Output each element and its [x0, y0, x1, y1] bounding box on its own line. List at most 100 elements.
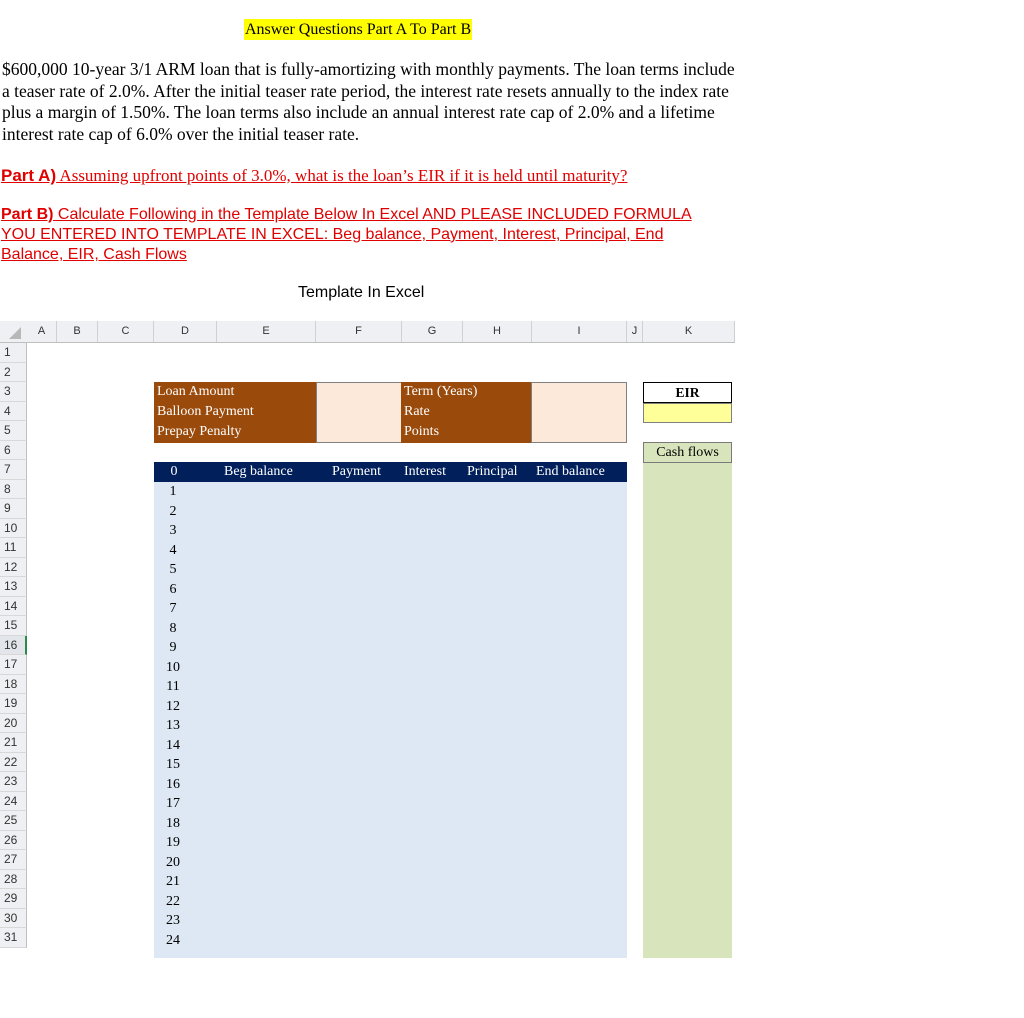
row-header[interactable]: 18 [0, 674, 27, 694]
row-header[interactable]: 9 [0, 499, 27, 519]
column-header[interactable]: G [402, 321, 463, 342]
period-cell: 3 [169, 523, 177, 538]
row-header[interactable]: 11 [0, 538, 27, 558]
row-header[interactable]: 12 [0, 557, 27, 577]
select-all-corner[interactable] [0, 321, 27, 342]
balloon-payment-label: Balloon Payment [157, 404, 254, 419]
period-zero-cell: 0 [170, 464, 178, 479]
row-header[interactable]: 21 [0, 733, 27, 753]
amortization-header: 0 Beg balance Payment Interest Principal… [154, 462, 627, 482]
row-header[interactable]: 16 [0, 635, 27, 655]
period-cell: 18 [166, 815, 180, 831]
row-header[interactable]: 2 [0, 362, 27, 382]
period-cell: 5 [169, 562, 177, 577]
row-header[interactable]: 10 [0, 518, 27, 538]
period-cell: 6 [169, 581, 177, 597]
row-header[interactable]: 14 [0, 596, 27, 616]
period-cell: 4 [169, 542, 177, 558]
spreadsheet: A B C D E F G H I J K 1 2 3 4 5 6 7 8 9 10 11 12 13 1… [0, 321, 735, 958]
part-a-question: Part A) Assuming upfront points of 3.0%,… [1, 165, 627, 186]
column-header[interactable]: J [627, 321, 643, 342]
period-cell: 19 [166, 835, 180, 850]
period-cell: 8 [169, 620, 177, 636]
period-cell: 9 [169, 640, 177, 655]
template-label: Template In Excel [298, 284, 425, 301]
amortization-body[interactable] [154, 482, 627, 958]
cash-flows-column[interactable] [643, 462, 732, 958]
column-header[interactable]: K [643, 321, 735, 342]
column-header[interactable]: I [532, 321, 627, 342]
term-years-label: Term (Years) [404, 384, 478, 399]
row-header[interactable]: 8 [0, 479, 27, 499]
row-header[interactable]: 25 [0, 811, 27, 831]
period-cell: 14 [166, 737, 180, 753]
period-cell: 17 [166, 796, 180, 811]
column-header-row: A B C D E F G H I J K [0, 321, 735, 343]
select-all-icon [9, 327, 21, 339]
row-header[interactable]: 3 [0, 382, 27, 402]
column-header[interactable]: D [154, 321, 217, 342]
row-header[interactable]: 1 [0, 343, 27, 363]
end-balance-header: End balance [536, 464, 605, 479]
column-header[interactable]: B [57, 321, 98, 342]
problem-statement: $600,000 10-year 3/1 ARM loan that is fu… [2, 59, 735, 144]
period-cell: 12 [166, 698, 180, 714]
row-header[interactable]: 22 [0, 752, 27, 772]
row-header[interactable]: 24 [0, 791, 27, 811]
row-header[interactable]: 23 [0, 772, 27, 792]
period-cell: 1 [169, 484, 177, 499]
input-values-left[interactable] [316, 382, 402, 443]
period-cell: 16 [166, 776, 180, 792]
prepay-penalty-label: Prepay Penalty [157, 424, 242, 439]
points-label: Points [404, 424, 440, 439]
input-labels-left: Loan Amount Balloon Payment Prepay Penal… [154, 382, 316, 443]
row-header[interactable]: 30 [0, 908, 27, 928]
rate-label: Rate [404, 404, 430, 419]
part-b-text: Calculate Following in the Template Belo… [1, 206, 692, 263]
column-header[interactable]: A [27, 321, 57, 342]
row-header[interactable]: 15 [0, 616, 27, 636]
column-header[interactable]: H [463, 321, 532, 342]
row-header[interactable]: 20 [0, 713, 27, 733]
loan-amount-label: Loan Amount [157, 384, 235, 399]
period-cell: 10 [166, 659, 180, 675]
row-header[interactable]: 6 [0, 440, 27, 460]
row-header[interactable]: 29 [0, 889, 27, 909]
page-title: Answer Questions Part A To Part B [244, 19, 473, 40]
input-values-right[interactable] [531, 382, 627, 443]
row-header[interactable]: 5 [0, 421, 27, 441]
column-header[interactable]: E [217, 321, 316, 342]
period-cell: 22 [166, 893, 180, 909]
row-header[interactable]: 28 [0, 869, 27, 889]
eir-header: EIR [643, 382, 732, 403]
part-a-label: Part A) [1, 166, 57, 185]
period-cell: 2 [169, 503, 177, 519]
row-header[interactable]: 26 [0, 830, 27, 850]
input-labels-right: Term (Years) Rate Points [401, 382, 532, 443]
period-cell: 20 [166, 854, 180, 870]
eir-value-cell[interactable] [643, 403, 732, 423]
part-b-question: Part B) Calculate Following in the Templ… [1, 205, 721, 265]
row-header[interactable]: 17 [0, 655, 27, 675]
row-header[interactable]: 13 [0, 577, 27, 597]
row-header[interactable]: 7 [0, 460, 27, 480]
period-cell: 24 [166, 932, 180, 948]
principal-header: Principal [467, 464, 518, 479]
part-a-text: Assuming upfront points of 3.0%, what is… [56, 166, 628, 185]
payment-header: Payment [332, 464, 381, 479]
row-header[interactable]: 27 [0, 850, 27, 870]
interest-header: Interest [404, 464, 446, 479]
period-cell: 11 [166, 679, 180, 694]
row-header[interactable]: 19 [0, 694, 27, 714]
period-cell: 23 [166, 913, 180, 928]
part-b-label: Part B) [1, 206, 54, 223]
column-header[interactable]: F [316, 321, 402, 342]
period-cell: 7 [169, 601, 177, 616]
period-cell: 13 [166, 718, 180, 733]
cash-flows-header: Cash flows [643, 442, 732, 463]
column-header[interactable]: C [98, 321, 154, 342]
row-header[interactable]: 4 [0, 401, 27, 421]
period-cell: 15 [166, 757, 180, 772]
row-header[interactable]: 31 [0, 928, 27, 948]
beg-balance-header: Beg balance [224, 464, 293, 479]
